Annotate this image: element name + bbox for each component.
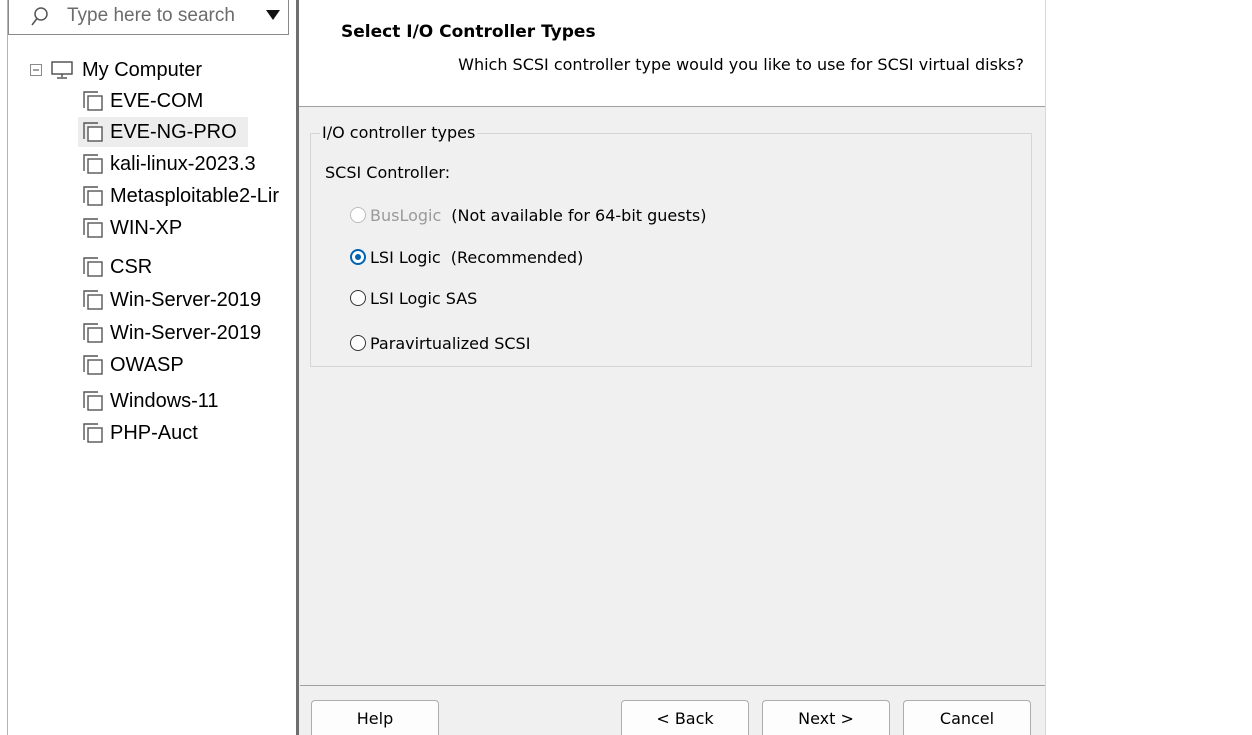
radio-label-lsi-logic-sas[interactable]: LSI Logic SAS [370, 289, 477, 308]
search-dropdown-arrow-icon[interactable] [265, 8, 281, 22]
radio-button-lsi-logic[interactable] [350, 249, 366, 265]
tree-item-label: CSR [110, 255, 153, 278]
tree-item-vm[interactable]: Win-Server-2019 [78, 318, 288, 348]
tree-item-label: Win-Server-2019 [110, 321, 262, 344]
tree-item-vm[interactable]: OWASP [78, 350, 278, 380]
tree-item-label: Windows-11 [110, 389, 219, 412]
wizard-subtitle: Which SCSI controller type would you lik… [458, 55, 1024, 74]
search-icon [31, 7, 48, 26]
virtual-machine-icon [83, 218, 103, 238]
tree-root-my-computer[interactable]: My Computer [30, 55, 202, 85]
library-panel: My Computer EVE-COM EVE-NG-PRO kali-linu… [0, 0, 300, 735]
search-input[interactable] [67, 3, 257, 29]
help-button[interactable]: Help [311, 700, 439, 735]
new-vm-wizard-dialog: Select I/O Controller Types Which SCSI c… [296, 0, 1046, 735]
tree-item-label: PHP-Auct [110, 421, 198, 444]
radio-label-paravirtualized-scsi[interactable]: Paravirtualized SCSI [370, 334, 530, 353]
radio-note-lsi-logic: (Recommended) [450, 247, 584, 267]
tree-item-label: WIN-XP [110, 216, 183, 239]
radio-button-paravirtualized-scsi[interactable] [350, 335, 366, 351]
tree-item-label: OWASP [110, 353, 184, 376]
tree-item-vm[interactable]: kali-linux-2023.3 [78, 149, 288, 179]
virtual-machine-icon [83, 257, 103, 277]
tree-item-label: Metasploitable2-Lir [110, 184, 279, 207]
radio-button-buslogic [350, 207, 366, 223]
computer-icon [51, 61, 73, 79]
virtual-machine-icon [83, 122, 103, 142]
radio-lsi-logic-sas[interactable]: LSI Logic SAS [350, 284, 477, 312]
back-button[interactable]: < Back [621, 700, 749, 735]
radio-label-buslogic: BusLogic [370, 205, 442, 225]
next-button[interactable]: Next > [762, 700, 890, 735]
dialog-left-border [296, 0, 299, 735]
radio-paravirtualized-scsi[interactable]: Paravirtualized SCSI [350, 329, 530, 357]
tree-item-vm-selected[interactable]: EVE-NG-PRO [78, 117, 248, 147]
radio-label-lsi-logic[interactable]: LSI Logic [370, 248, 441, 267]
virtual-machine-icon [83, 355, 103, 375]
collapse-toggle-icon[interactable] [30, 64, 42, 76]
tree-item-vm[interactable]: WIN-XP [78, 213, 278, 243]
virtual-machine-icon [83, 423, 103, 443]
cancel-button[interactable]: Cancel [903, 700, 1031, 735]
tree-item-vm[interactable]: PHP-Auct [78, 418, 278, 448]
tree-item-label: EVE-NG-PRO [110, 120, 237, 143]
tree-item-vm[interactable]: Metasploitable2-Lir [78, 181, 288, 211]
radio-button-lsi-logic-sas[interactable] [350, 290, 366, 306]
tree-item-vm[interactable]: EVE-COM [78, 86, 278, 116]
library-search-box[interactable] [8, 0, 289, 35]
radio-buslogic: BusLogic (Not available for 64-bit guest… [350, 201, 706, 229]
tree-root-label: My Computer [82, 58, 203, 81]
radio-note-buslogic: (Not available for 64-bit guests) [451, 205, 707, 225]
virtual-machine-icon [83, 91, 103, 111]
tree-item-vm[interactable]: Win-Server-2019 [78, 285, 288, 315]
virtual-machine-icon [83, 290, 103, 310]
tree-item-vm[interactable]: CSR [78, 252, 278, 282]
scsi-controller-label: SCSI Controller: [325, 163, 451, 182]
radio-lsi-logic[interactable]: LSI Logic (Recommended) [350, 243, 583, 271]
tree-item-vm[interactable]: Windows-11 [78, 386, 278, 416]
tree-item-label: Win-Server-2019 [110, 288, 262, 311]
footer-separator [300, 685, 1045, 686]
tree-item-label: kali-linux-2023.3 [110, 152, 256, 175]
virtual-machine-icon [83, 154, 103, 174]
virtual-machine-icon [83, 323, 103, 343]
wizard-header: Select I/O Controller Types Which SCSI c… [299, 0, 1045, 107]
library-panel-border [7, 0, 8, 735]
virtual-machine-icon [83, 186, 103, 206]
dialog-right-border [1045, 0, 1046, 735]
virtual-machine-icon [83, 391, 103, 411]
tree-item-label: EVE-COM [110, 89, 204, 112]
groupbox-legend: I/O controller types [320, 123, 478, 142]
wizard-title: Select I/O Controller Types [341, 22, 596, 42]
